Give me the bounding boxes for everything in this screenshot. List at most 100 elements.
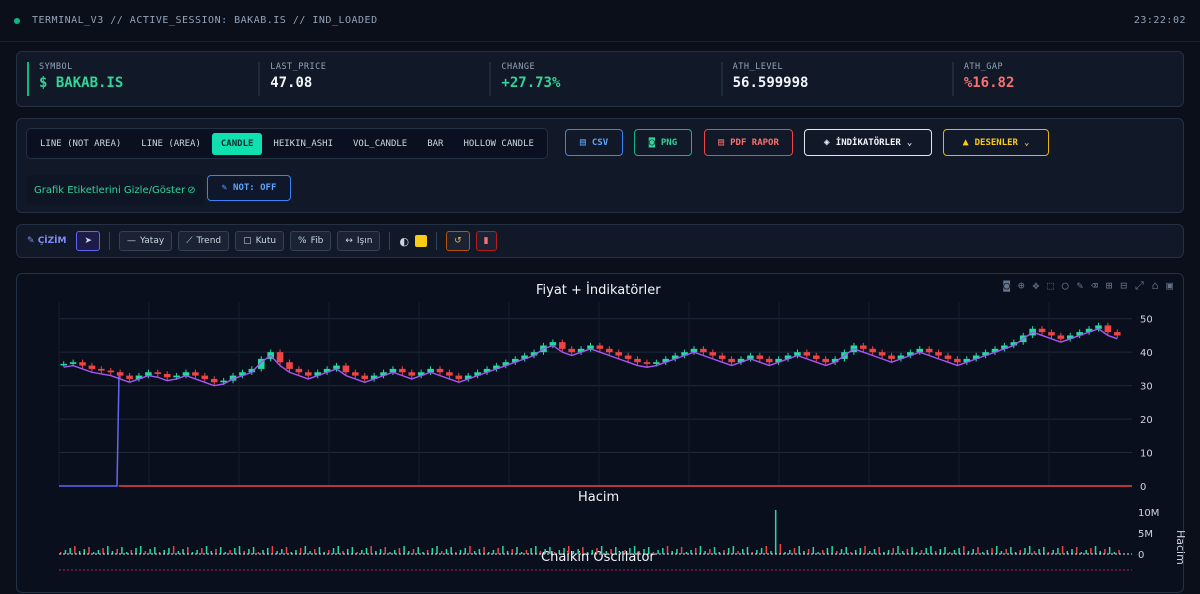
volume-bar [426,550,429,554]
price-volume-chart[interactable]: 0 10 20 30 40 50 0 5M 10M Hacim [17,274,1185,594]
chart-type-candle[interactable]: CANDLE [211,132,263,155]
volume-bar [337,546,340,554]
volume-bar [172,546,175,554]
volume-bar [864,546,866,554]
pdf-report-button[interactable]: ▤ PDF RAPOR [704,129,793,156]
volume-bar [384,547,387,554]
stat-label: LAST_PRICE [270,62,327,72]
volume-bar [328,550,330,554]
color-swatch[interactable] [415,235,428,247]
volume-bar [97,550,100,554]
candle [173,375,180,378]
volume-bar [417,547,419,554]
volume-bar [1024,548,1026,554]
volume-bar [478,549,481,554]
volume-bar [563,548,565,554]
box-tool[interactable]: ▢ Kutu [235,231,285,251]
candle [944,355,952,359]
volume-bar [742,549,744,554]
volume-bar [351,547,354,554]
volume-bar [266,548,269,554]
stat-last-price: LAST_PRICE 47.08 [258,62,489,96]
volume-bar [346,549,349,554]
candle [709,352,717,356]
volume-bar [361,550,363,554]
csv-button[interactable]: ▤ CSV [565,129,623,156]
volume-bar [647,547,650,554]
volume-bar [168,548,170,554]
volume-bar [958,548,960,554]
toggle-labels-button[interactable]: Grafik Etiketlerini Gizle/Göster ⊘ [26,175,204,205]
volume-bar [662,548,664,554]
volume-bar [629,548,631,554]
horizontal-line-tool[interactable]: — Yatay [119,231,173,251]
volume-bar [920,550,923,554]
y-tick-label: 50 [1140,315,1153,326]
volume-bar [1028,546,1031,554]
chart-type-hollow-candle[interactable]: HOLLOW CANDLE [454,133,542,155]
png-button[interactable]: ◙ PNG [634,129,692,156]
volume-bar [516,547,518,554]
candle [276,352,284,363]
volume-bar [615,547,617,554]
volume-bar [591,550,593,554]
note-toggle-button[interactable]: ✎ NOT: OFF [207,175,291,201]
palette-icon[interactable]: ◐ [399,235,409,248]
volume-bar [680,547,683,554]
chart-type-line[interactable]: LINE (NOT AREA) [31,133,130,155]
volume-bar [873,549,876,554]
candle [126,375,133,379]
volume-bar [944,547,946,554]
volume-bar [567,546,570,554]
candle [869,348,877,353]
candle [822,358,829,363]
volume-bar [831,546,833,554]
volume-bar [1038,549,1040,554]
chart-type-vol-candle[interactable]: VOL_CANDLE [344,133,416,155]
volume-bar [313,549,316,554]
chevron-down-icon: ⌄ [1023,137,1030,148]
volume-bar [520,552,523,554]
volume-bar [492,550,495,554]
candle [1104,325,1112,333]
volume-bar [436,546,438,554]
volume-bar [502,546,504,554]
candle [98,368,105,371]
delete-drawings-button[interactable]: ▮ [475,231,497,251]
volume-bar [535,546,537,554]
candle [163,373,171,378]
volume-bar [469,546,471,554]
volume-bar [450,547,452,554]
drawing-label: ✎ ÇİZİM [27,236,67,246]
volume-bar [948,552,951,554]
cursor-tool-button[interactable]: ➤ [76,231,101,251]
volume-bar [318,547,321,554]
volume-bar [1094,546,1097,554]
fib-tool[interactable]: % Fib [290,231,332,251]
volume-bar [600,546,603,554]
candle [210,378,218,383]
volume-bar [558,550,561,554]
candle [408,372,416,376]
undo-button[interactable]: ↺ [446,231,470,251]
volume-bar [511,549,514,554]
indicators-dropdown[interactable]: ◈ İNDİKATÖRLER ⌄ [804,129,932,156]
ray-tool[interactable]: ↔ Işın [337,231,381,251]
candle [624,355,632,359]
volume-bar [793,548,796,554]
volume-bar [234,548,236,554]
candle [728,358,735,363]
trend-line-tool[interactable]: ⟋ Trend [178,231,230,251]
chart-type-bar[interactable]: BAR [418,133,452,155]
candle [399,368,406,373]
candle [606,348,613,353]
volume-bar [1033,551,1036,554]
candle [925,348,933,353]
chart-type-heikin-ashi[interactable]: HEIKIN_ASHI [264,133,342,155]
cursor-icon: ➤ [84,236,93,246]
chart-type-area[interactable]: LINE (AREA) [132,133,210,155]
patterns-dropdown[interactable]: ▲ DESENLER ⌄ [943,129,1049,156]
volume-bar [483,547,485,554]
trash-icon: ▮ [483,236,489,246]
controls-panel: LINE (NOT AREA) LINE (AREA) CANDLE HEIKI… [16,118,1184,213]
